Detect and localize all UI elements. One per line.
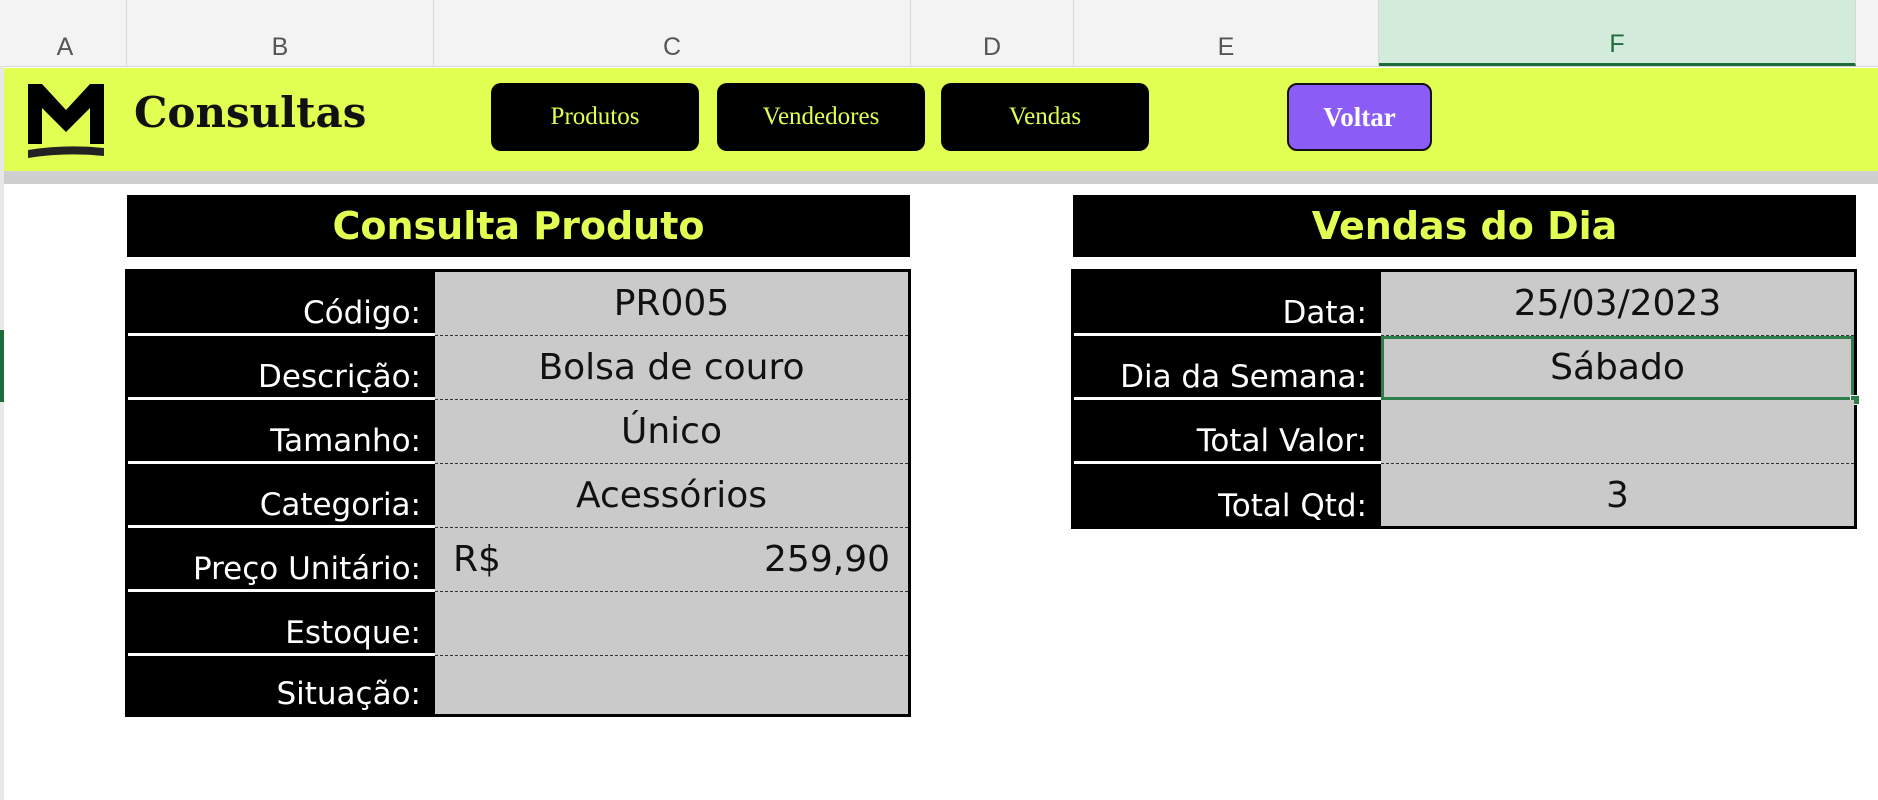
descricao-label: Descrição: (128, 336, 435, 400)
vendas-do-dia-title: Vendas do Dia (1073, 195, 1856, 257)
tamanho-label: Tamanho: (128, 400, 435, 464)
field-row-codigo: Código: PR005 (128, 272, 908, 336)
column-header-b[interactable]: B (127, 0, 434, 66)
banner-divider (4, 171, 1878, 184)
tamanho-value[interactable]: Único (435, 400, 908, 464)
data-label: Data: (1074, 272, 1381, 336)
field-row-situacao: Situação: (128, 656, 908, 714)
total-qtd-label: Total Qtd: (1218, 488, 1367, 524)
field-row-tamanho: Tamanho: Único (128, 400, 908, 464)
total-valor-value[interactable] (1381, 400, 1854, 464)
currency-symbol: R$ (453, 539, 501, 580)
dia-semana-text: Sábado (1550, 347, 1685, 388)
vendas-button[interactable]: Vendas (941, 83, 1149, 151)
produtos-button[interactable]: Produtos (491, 83, 699, 151)
consulta-produto-title: Consulta Produto (127, 195, 910, 257)
column-header-f[interactable]: F (1379, 0, 1856, 66)
column-header-a[interactable]: A (4, 0, 127, 66)
vendedores-button[interactable]: Vendedores (717, 83, 925, 151)
voltar-button[interactable]: Voltar (1287, 83, 1432, 151)
field-row-total-qtd: Total Qtd: 3 (1074, 464, 1854, 526)
dia-semana-label: Dia da Semana: (1074, 336, 1381, 400)
field-row-total-valor: Total Valor: (1074, 400, 1854, 464)
vendas-do-dia-form: Data: 25/03/2023 Dia da Semana: Sábado T… (1071, 269, 1860, 529)
categoria-value[interactable]: Acessórios (435, 464, 908, 528)
field-row-preco: Preço Unitário: R$ 259,90 (128, 528, 908, 592)
preco-value-cell[interactable]: R$ 259,90 (435, 528, 908, 592)
field-row-descricao: Descrição: Bolsa de couro (128, 336, 908, 400)
estoque-label: Estoque: (128, 592, 435, 656)
field-row-data: Data: 25/03/2023 (1074, 272, 1854, 336)
categoria-label: Categoria: (128, 464, 435, 528)
total-qtd-value[interactable]: 3 (1381, 464, 1854, 526)
situacao-label: Situação: (276, 676, 421, 712)
data-value[interactable]: 25/03/2023 (1381, 272, 1854, 336)
total-valor-label: Total Valor: (1074, 400, 1381, 464)
selected-row-indicator (0, 330, 4, 402)
preco-value: 259,90 (764, 539, 890, 580)
preco-label: Preço Unitário: (128, 528, 435, 592)
field-row-estoque: Estoque: (128, 592, 908, 656)
column-header-d[interactable]: D (911, 0, 1074, 66)
column-header-bar: A B C D E F (0, 0, 1878, 67)
codigo-label: Código: (128, 272, 435, 336)
brand-logo-icon (28, 84, 104, 158)
consulta-produto-form: Código: PR005 Descrição: Bolsa de couro … (125, 269, 911, 717)
codigo-value[interactable]: PR005 (435, 272, 908, 336)
descricao-value[interactable]: Bolsa de couro (435, 336, 908, 400)
field-row-categoria: Categoria: Acessórios (128, 464, 908, 528)
estoque-value[interactable] (435, 592, 908, 656)
dia-semana-value[interactable]: Sábado (1381, 336, 1860, 405)
banner-title: Consultas (134, 88, 367, 137)
situacao-value[interactable] (435, 656, 908, 714)
column-header-c[interactable]: C (434, 0, 911, 66)
column-header-e[interactable]: E (1074, 0, 1379, 66)
field-row-dia-semana: Dia da Semana: Sábado (1074, 336, 1860, 405)
